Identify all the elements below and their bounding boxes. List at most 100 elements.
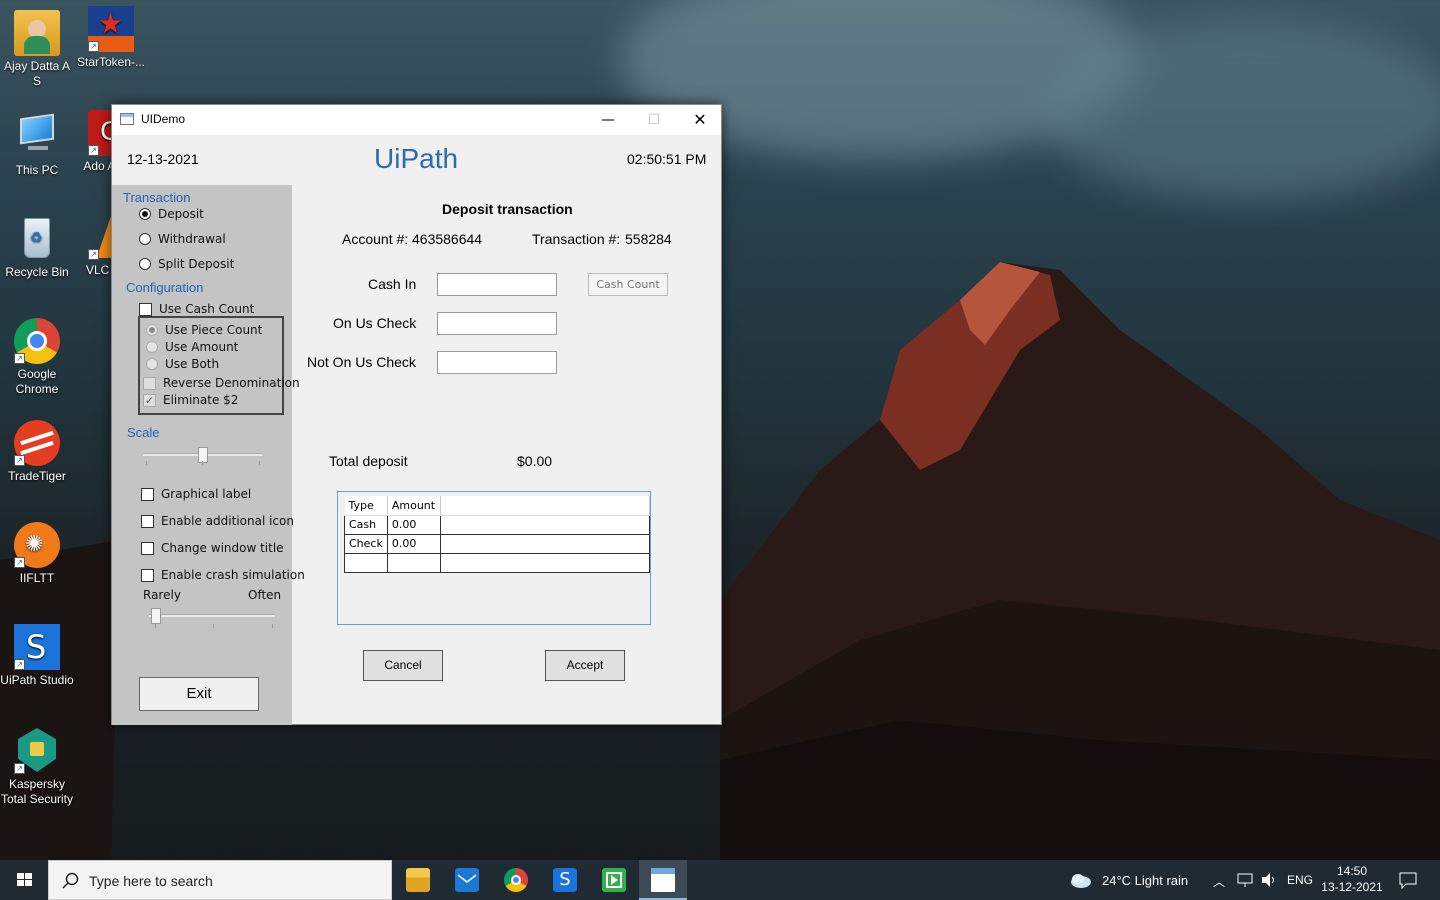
desktop-icon-kaspersky[interactable]: ↗ Kaspersky Total Security: [0, 728, 74, 807]
desktop-icon-uipath-studio[interactable]: S ↗ UiPath Studio: [0, 624, 74, 688]
radio-use-both[interactable]: Use Both: [146, 357, 219, 371]
kaspersky-shield-icon: ↗: [14, 728, 60, 774]
radio-button: [139, 208, 151, 220]
taskbar-clock[interactable]: 14:50 13-12-2021: [1316, 863, 1388, 895]
weather-cloud-icon[interactable]: [1069, 871, 1093, 889]
checkbox-enable-additional-icon[interactable]: Enable additional icon: [141, 514, 294, 528]
not-on-us-check-input[interactable]: [437, 351, 557, 374]
cash-in-label: Cash In: [368, 276, 417, 292]
checkbox-use-cash-count[interactable]: Use Cash Count: [139, 302, 254, 316]
deposit-grid[interactable]: Type Amount Cash 0.00 Check 0.00: [337, 491, 651, 625]
cell-amount[interactable]: 0.00: [386, 533, 441, 554]
maximize-button[interactable]: ☐: [631, 105, 677, 135]
scale-slider-thumb[interactable]: [198, 447, 208, 463]
cell-amount[interactable]: [386, 552, 441, 573]
cell-type[interactable]: [344, 552, 388, 573]
cell-empty[interactable]: [439, 514, 651, 535]
cell-amount[interactable]: 0.00: [386, 514, 441, 535]
checkbox-label: Graphical label: [161, 487, 252, 501]
header-date: 12-13-2021: [127, 151, 199, 167]
taskbar-uipath-studio[interactable]: S: [541, 860, 589, 900]
taskbar-chrome[interactable]: [492, 860, 540, 900]
chrome-icon: ↗: [14, 318, 60, 364]
language-indicator[interactable]: ENG: [1287, 873, 1313, 887]
configuration-group-label: Configuration: [126, 280, 204, 295]
header-time: 02:50:51 PM: [627, 151, 707, 167]
checkbox: [141, 487, 154, 501]
radio-withdrawal[interactable]: Withdrawal: [139, 232, 226, 246]
weather-text[interactable]: 24°C Light rain: [1102, 873, 1188, 888]
table-row[interactable]: Cash 0.00: [344, 514, 651, 535]
checkbox: [139, 302, 152, 316]
table-row[interactable]: Check 0.00: [344, 533, 651, 554]
desktop-icon-recycle-bin[interactable]: ♻ Recycle Bin: [0, 216, 74, 280]
desktop-icon-label: StarToken-...: [76, 55, 146, 69]
checkbox-reverse-denomination[interactable]: Reverse Denomination: [143, 376, 300, 390]
cell-empty[interactable]: [439, 533, 651, 554]
window-title: UIDemo: [141, 112, 186, 126]
cell-type[interactable]: Cash: [344, 514, 388, 535]
desktop-icon-startoken[interactable]: ★ ↗ StarToken-...: [74, 6, 148, 70]
folder-icon: [14, 10, 60, 56]
shortcut-arrow-icon: ↗: [88, 249, 99, 260]
on-us-check-input[interactable]: [437, 312, 557, 335]
radio-use-piece-count[interactable]: Use Piece Count: [146, 323, 262, 337]
recycle-bin-icon: ♻: [14, 216, 60, 262]
table-header-row: Type Amount: [344, 496, 651, 516]
clock-time: 14:50: [1336, 864, 1368, 878]
deposit-table: Type Amount Cash 0.00 Check 0.00: [344, 496, 651, 573]
taskbar-file-explorer[interactable]: [394, 860, 442, 900]
star-icon: ★ ↗: [88, 6, 134, 52]
taskbar-uidemo[interactable]: [639, 860, 687, 900]
minimize-button[interactable]: —: [585, 105, 631, 135]
network-icon[interactable]: [1236, 872, 1254, 888]
desktop-icon-iifltt[interactable]: ✺ ↗ IIFLTT: [0, 522, 74, 586]
uipath-studio-icon: S: [553, 868, 577, 892]
desktop-icon-this-pc[interactable]: This PC: [0, 113, 74, 178]
radio-deposit[interactable]: Deposit: [139, 207, 204, 221]
desktop-icon-user-folder[interactable]: Ajay Datta A S: [0, 10, 74, 89]
window-titlebar[interactable]: UIDemo — ☐ ✕: [112, 105, 721, 135]
taskbar-uipath-assistant[interactable]: [590, 860, 638, 900]
crash-slider-track[interactable]: [149, 614, 275, 617]
volume-icon[interactable]: [1260, 872, 1278, 888]
checkmark-icon: ✓: [143, 393, 156, 407]
desktop-icon-tradetiger[interactable]: ↗ TradeTiger: [0, 420, 74, 484]
file-explorer-icon: [406, 868, 430, 892]
close-button[interactable]: ✕: [677, 105, 723, 135]
column-header-amount[interactable]: Amount: [387, 496, 441, 516]
notification-icon[interactable]: [1398, 871, 1418, 889]
radio-label: Use Both: [165, 357, 220, 371]
uipath-assistant-icon: [602, 868, 626, 892]
desktop-icon-label: TradeTiger: [8, 469, 66, 483]
cash-in-input[interactable]: [437, 273, 557, 296]
desktop-icon-label: Google Chrome: [15, 367, 59, 396]
checkbox-eliminate-2[interactable]: ✓ Eliminate $2: [143, 393, 238, 407]
radio-button: [146, 324, 158, 336]
start-button[interactable]: [0, 860, 48, 900]
radio-split-deposit[interactable]: Split Deposit: [139, 257, 234, 271]
radio-button: [146, 358, 158, 370]
radio-button: [139, 233, 151, 245]
taskbar-mail[interactable]: [443, 860, 491, 900]
checkbox-graphical-label[interactable]: Graphical label: [141, 487, 251, 501]
checkbox: [141, 541, 154, 555]
column-header-type[interactable]: Type: [344, 496, 388, 516]
cash-count-button[interactable]: Cash Count: [588, 273, 668, 296]
cancel-button[interactable]: Cancel: [363, 650, 443, 681]
checkbox-change-window-title[interactable]: Change window title: [141, 541, 284, 555]
taskbar-search-box[interactable]: Type here to search: [48, 860, 392, 900]
desktop-icon-label: Kaspersky Total Security: [0, 777, 74, 806]
desktop-icon-google-chrome[interactable]: ↗ Google Chrome: [0, 318, 74, 397]
exit-button[interactable]: Exit: [139, 677, 259, 711]
cell-type[interactable]: Check: [344, 533, 388, 554]
accept-button[interactable]: Accept: [545, 650, 625, 681]
chevron-up-icon[interactable]: ︿: [1213, 873, 1225, 890]
shortcut-arrow-icon: ↗: [14, 763, 25, 774]
crash-slider-thumb[interactable]: [151, 608, 161, 624]
cell-empty[interactable]: [439, 552, 651, 573]
table-row-new[interactable]: [344, 552, 651, 573]
checkbox: [141, 514, 154, 528]
checkbox-enable-crash-simulation[interactable]: Enable crash simulation: [141, 568, 305, 582]
radio-use-amount[interactable]: Use Amount: [146, 340, 238, 354]
